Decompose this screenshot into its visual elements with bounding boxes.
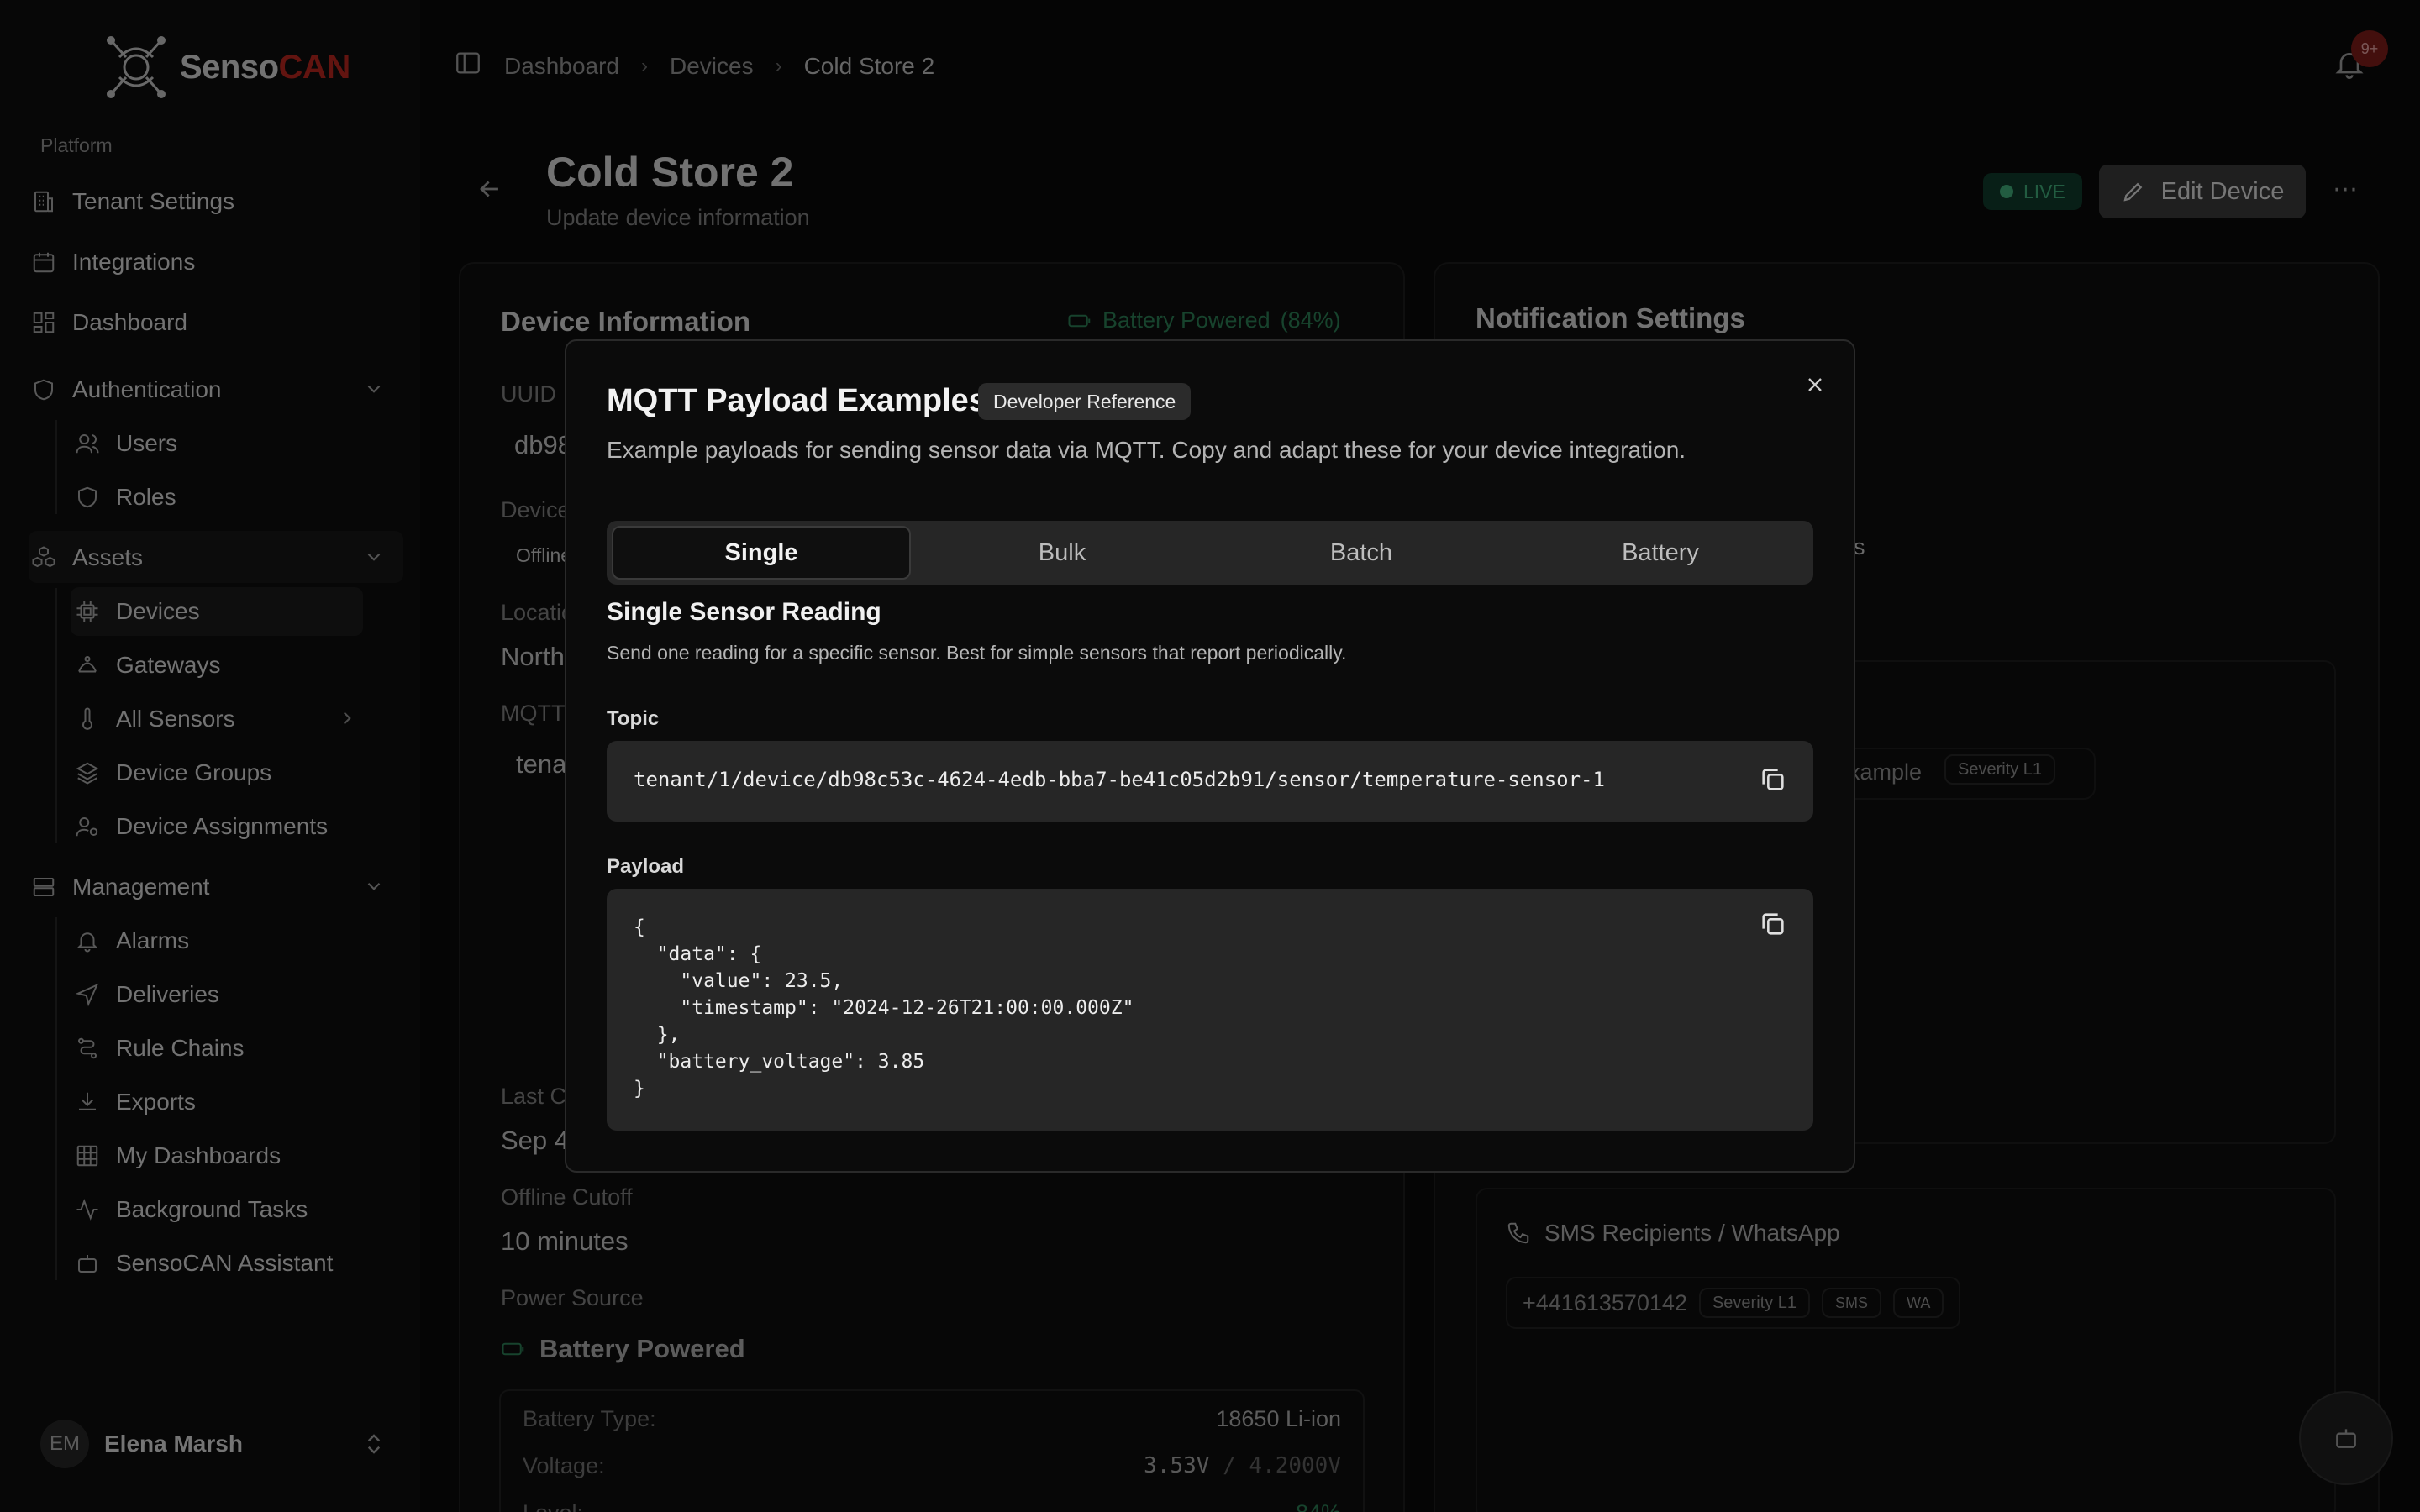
payload-code-box: { "data": { "value": 23.5, "timestamp": … [607,889,1813,1131]
close-icon[interactable] [1798,368,1832,402]
copy-topic-icon[interactable] [1756,763,1790,796]
modal-description: Example payloads for sending sensor data… [607,437,1686,463]
payload-type-tabs: Single Bulk Batch Battery [607,521,1813,585]
tab-battery[interactable]: Battery [1512,526,1808,580]
section-description: Send one reading for a specific sensor. … [607,642,1347,664]
tab-single[interactable]: Single [612,526,911,580]
mqtt-payload-examples-dialog: MQTT Payload Examples Developer Referenc… [565,339,1855,1173]
topic-value[interactable]: tenant/1/device/db98c53c-4624-4edb-bba7-… [634,768,1605,791]
section-title: Single Sensor Reading [607,598,881,626]
topic-code-box: tenant/1/device/db98c53c-4624-4edb-bba7-… [607,741,1813,822]
modal-title: MQTT Payload Examples [607,383,986,418]
tab-batch[interactable]: Batch [1213,526,1509,580]
tab-bulk[interactable]: Bulk [914,526,1210,580]
developer-reference-badge: Developer Reference [978,383,1192,420]
payload-value[interactable]: { "data": { "value": 23.5, "timestamp": … [634,914,1134,1102]
payload-label: Payload [607,855,685,878]
topic-label: Topic [607,707,660,730]
copy-payload-icon[interactable] [1756,907,1790,941]
